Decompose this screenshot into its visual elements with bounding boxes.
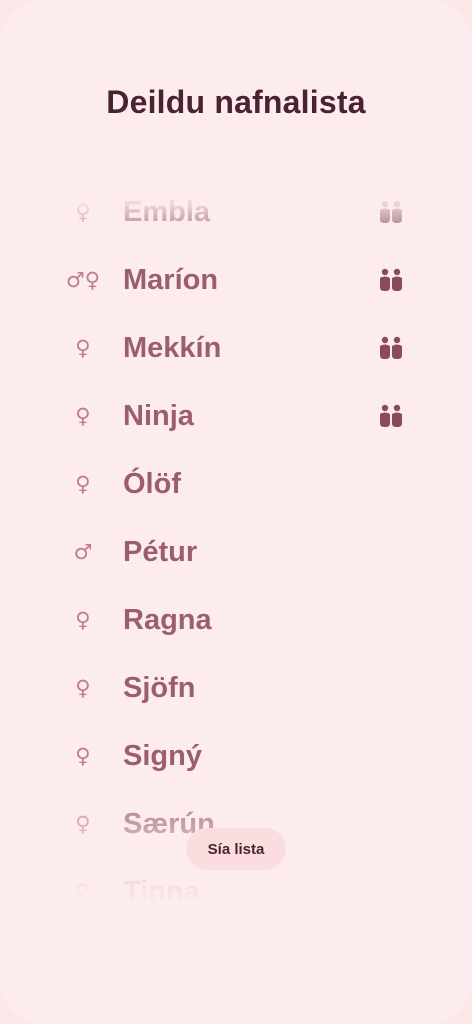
name-label: Sjöfn bbox=[123, 671, 196, 704]
name-label: Ninja bbox=[123, 399, 194, 432]
gender-icon: ♀ bbox=[75, 744, 91, 768]
name-label: Pétur bbox=[123, 535, 198, 568]
gender-icon: ♂♀ bbox=[65, 268, 101, 292]
twins-icon bbox=[380, 404, 402, 427]
name-row[interactable]: ♀ Signý bbox=[0, 726, 472, 786]
twins-icon bbox=[380, 268, 402, 291]
gender-icon: ♀ bbox=[75, 404, 91, 428]
gender-icon: ♀ bbox=[75, 200, 91, 224]
twins-icon bbox=[380, 336, 402, 359]
name-label: Ólöf bbox=[123, 467, 181, 500]
name-label: Signý bbox=[123, 739, 202, 772]
gender-icon: ♀ bbox=[75, 880, 91, 904]
name-row[interactable]: ♂ Pétur bbox=[0, 522, 472, 582]
gender-icon: ♂ bbox=[73, 540, 93, 564]
filter-list-button[interactable]: Sía lista bbox=[186, 828, 286, 870]
gender-icon: ♀ bbox=[75, 472, 91, 496]
name-row[interactable]: ♀ Ninja bbox=[0, 386, 472, 446]
name-row[interactable]: ♀ Sjöfn bbox=[0, 658, 472, 718]
twins-icon bbox=[380, 200, 402, 223]
name-label: Embla bbox=[123, 195, 211, 228]
name-label: Ragna bbox=[123, 603, 212, 636]
name-label: Tinna bbox=[123, 875, 200, 908]
share-name-list-screen: Deildu nafnalista ♀ Embla ♂♀ Maríon ♀ Mekkín ♀… bbox=[0, 0, 472, 1024]
name-row[interactable]: ♀ Mekkín bbox=[0, 318, 472, 378]
name-row[interactable]: ♂♀ Maríon bbox=[0, 250, 472, 310]
gender-icon: ♀ bbox=[75, 336, 91, 360]
name-row[interactable]: ♀ Embla bbox=[0, 182, 472, 242]
name-row[interactable]: ♀ Ólöf bbox=[0, 454, 472, 514]
name-label: Maríon bbox=[123, 263, 219, 296]
name-list[interactable]: ♀ Embla ♂♀ Maríon ♀ Mekkín ♀ Ninja ♀ Ólöf ♂ Pétur ♀ R… bbox=[0, 174, 472, 910]
gender-icon: ♀ bbox=[75, 676, 91, 700]
gender-icon: ♀ bbox=[75, 812, 91, 836]
name-row[interactable]: ♀ Ragna bbox=[0, 590, 472, 650]
gender-icon: ♀ bbox=[75, 608, 91, 632]
name-label: Mekkín bbox=[123, 331, 222, 364]
page-title: Deildu nafnalista bbox=[106, 84, 366, 120]
